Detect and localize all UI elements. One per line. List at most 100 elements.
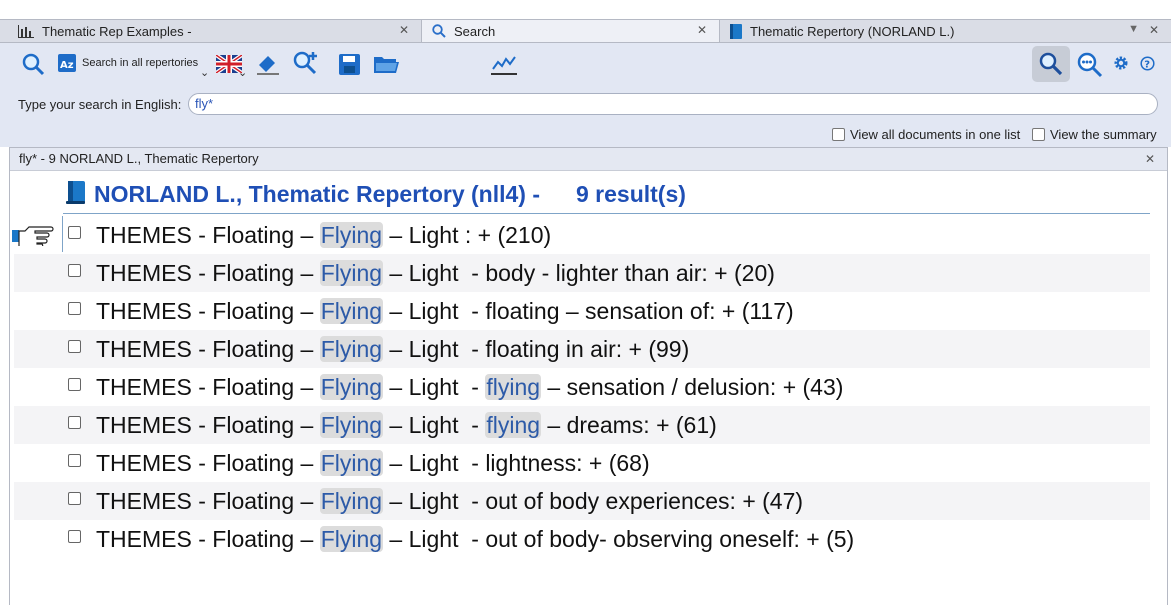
book-icon [66,180,86,209]
advanced-search-button[interactable] [1075,50,1105,80]
row-checkbox[interactable] [68,416,81,429]
rubric-prefix: THEMES - Floating – [96,526,320,552]
sort-az-icon[interactable]: Az [58,52,78,74]
chevron-down-icon[interactable]: ⌄ [200,66,209,79]
rubric-prefix: THEMES - Floating – [96,222,320,248]
rubric-suffix: – sensation / delusion: + (43) [541,374,844,400]
rubric-middle: – Light - floating – sensation of: + (11… [383,298,794,324]
result-row[interactable]: THEMES - Floating – Flying – Light - flo… [14,292,1150,330]
open-button[interactable] [372,52,400,76]
row-checkbox[interactable] [68,530,81,543]
search-button[interactable] [20,51,46,77]
line-chart-icon [491,56,517,75]
search-more-icon [1077,52,1103,78]
rubric-text[interactable]: THEMES - Floating – Flying – Light - flo… [96,336,689,363]
close-icon[interactable]: ✕ [1145,148,1155,170]
tab-thematic-repertory[interactable]: Thematic Repertory (NORLAND L.) ▼ ✕ [720,20,1171,42]
search-match-highlight: Flying [319,336,384,362]
result-title-bar: fly* - 9 NORLAND L., Thematic Repertory … [10,147,1167,171]
rubric-middle: – Light : + (210) [383,222,552,248]
view-all-checkbox[interactable] [832,128,845,141]
chevron-down-icon[interactable]: ▼ [1128,23,1139,35]
chevron-down-icon[interactable]: ⌄ [238,66,247,79]
rubric-middle: – Light - lightness: + (68) [383,450,650,476]
add-search-button[interactable] [291,48,321,78]
panel-border-left [9,147,10,605]
view-summary-label: View the summary [1050,127,1157,142]
statistics-button[interactable] [490,52,518,76]
repertory-title[interactable]: NORLAND L., Thematic Repertory (nll4) - [94,181,540,208]
result-row[interactable]: THEMES - Floating – Flying – Light - out… [14,482,1150,520]
close-icon[interactable]: ✕ [399,23,409,37]
help-icon[interactable]: ? [1138,54,1156,72]
search-match-highlight: Flying [319,412,384,438]
result-count: 9 result(s) [575,180,686,207]
search-match-highlight: flying [485,412,542,438]
zoom-in-icon [293,51,317,75]
repertory-header: NORLAND L., Thematic Repertory (nll4) - … [66,178,686,210]
rubric-text[interactable]: THEMES - Floating – Flying – Light - out… [96,488,803,515]
save-button[interactable] [338,52,360,76]
result-row[interactable]: THEMES - Floating – Flying – Light - fly… [14,406,1150,444]
close-icon[interactable]: ✕ [1149,23,1159,37]
search-label: Type your search in English: [18,97,182,112]
rubric-middle: – Light - out of body experiences: + (47… [383,488,804,514]
rubric-text[interactable]: THEMES - Floating – Flying – Light - bod… [96,260,775,287]
rubric-text[interactable]: THEMES - Floating – Flying – Light - fly… [96,412,717,439]
header-divider [63,213,1150,214]
rubric-prefix: THEMES - Floating – [96,336,320,362]
row-marker [62,216,63,252]
rubric-text[interactable]: THEMES - Floating – Flying – Light - fly… [96,374,843,401]
rubric-prefix: THEMES - Floating – [96,488,320,514]
tab-label: Thematic Rep Examples - [42,23,192,39]
view-all-label: View all documents in one list [850,127,1021,142]
pointing-hand-icon [12,224,56,251]
result-row[interactable]: THEMES - Floating – Flying – Light : + (… [12,216,1150,254]
eraser-icon [257,56,279,75]
svg-text:Az: Az [60,60,74,71]
rubric-middle: – Light - [383,374,486,400]
floppy-disk-icon [338,53,360,75]
tab-thematic-rep-examples[interactable]: Thematic Rep Examples - ✕ [0,20,422,42]
search-input[interactable]: fly* [188,93,1158,115]
search-match-highlight: Flying [319,374,384,400]
row-checkbox[interactable] [68,378,81,391]
rubric-suffix: – dreams: + (61) [541,412,717,438]
search-all-repertories-label[interactable]: Search in all repertories [82,57,198,69]
row-checkbox[interactable] [68,302,81,315]
search-match-highlight: flying [485,374,542,400]
rubric-text[interactable]: THEMES - Floating – Flying – Light - flo… [96,298,794,325]
tab-label: Thematic Repertory (NORLAND L.) [750,23,955,39]
gear-icon[interactable] [1112,54,1130,72]
result-row[interactable]: THEMES - Floating – Flying – Light - flo… [14,330,1150,368]
row-checkbox[interactable] [68,454,81,467]
row-checkbox[interactable] [68,226,81,239]
panel-border-right [1167,147,1168,605]
result-row[interactable]: THEMES - Floating – Flying – Light - bod… [14,254,1150,292]
row-checkbox[interactable] [68,340,81,353]
rubric-prefix: THEMES - Floating – [96,412,320,438]
search-mode-button[interactable] [1032,46,1070,82]
close-icon[interactable]: ✕ [697,23,707,37]
rubric-middle: – Light - floating in air: + (99) [383,336,690,362]
tab-search[interactable]: Search ✕ [422,20,720,42]
row-checkbox[interactable] [68,492,81,505]
row-checkbox[interactable] [68,264,81,277]
result-row[interactable]: THEMES - Floating – Flying – Light - lig… [14,444,1150,482]
view-summary-checkbox[interactable] [1032,128,1045,141]
rubric-middle: – Light - body - lighter than air: + (20… [383,260,775,286]
search-match-highlight: Flying [319,450,384,476]
clear-search-button[interactable] [254,50,282,78]
rubric-text[interactable]: THEMES - Floating – Flying – Light - out… [96,526,854,553]
view-summary-option[interactable]: View the summary [1032,127,1157,142]
rubric-text[interactable]: THEMES - Floating – Flying – Light : + (… [96,222,551,249]
rubric-text[interactable]: THEMES - Floating – Flying – Light - lig… [96,450,650,477]
view-all-documents-option[interactable]: View all documents in one list [832,127,1020,142]
rubric-middle: – Light - [383,412,486,438]
search-match-highlight: Flying [319,526,384,552]
rubric-prefix: THEMES - Floating – [96,374,320,400]
result-row[interactable]: THEMES - Floating – Flying – Light - fly… [14,368,1150,406]
search-match-highlight: Flying [319,298,384,324]
result-row[interactable]: THEMES - Floating – Flying – Light - out… [14,520,1150,558]
rubric-middle: – Light - out of body- observing oneself… [383,526,855,552]
